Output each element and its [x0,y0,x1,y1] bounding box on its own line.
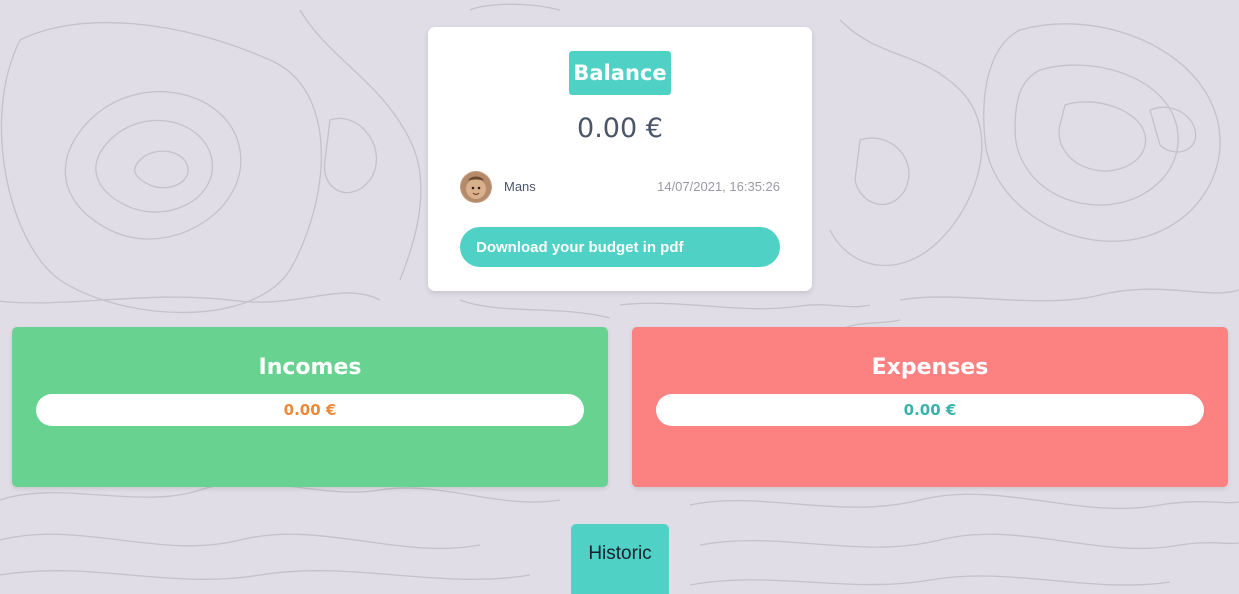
expenses-panel: Expenses 0.00 € [632,327,1228,487]
user-avatar-icon [460,171,492,203]
incomes-title: Incomes [258,355,362,380]
download-pdf-button[interactable]: Download your budget in pdf [460,227,780,267]
incomes-value: 0.00 € [36,394,584,426]
expenses-value: 0.00 € [656,394,1204,426]
avatar [460,171,492,203]
timestamp: 14/07/2021, 16:35:26 [657,179,780,194]
balance-card: Balance 0.00 € Mans 14/07/2021, 16:35:26… [428,27,812,291]
balance-amount: 0.00 € [577,113,663,144]
expenses-title: Expenses [871,355,989,380]
user-name: Mans [504,179,536,194]
balance-title: Balance [569,51,671,95]
historic-tab[interactable]: Historic [571,524,669,594]
incomes-panel: Incomes 0.00 € [12,327,608,487]
